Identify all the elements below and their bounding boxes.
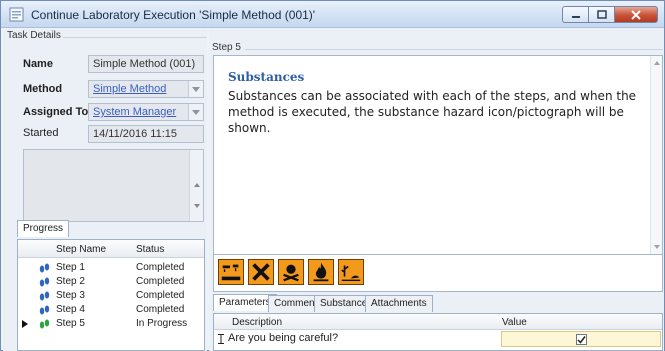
- step-footprints-icon: [39, 291, 50, 301]
- window-title: Continue Laboratory Execution 'Simple Me…: [31, 8, 316, 22]
- step-label: Step 5: [212, 42, 241, 53]
- step-footprints-icon: [39, 263, 50, 273]
- step-name: Step 1: [56, 262, 85, 273]
- scroll-arrows-icon: [654, 61, 660, 249]
- started-label: Started: [23, 127, 59, 139]
- progress-row-current[interactable]: Step 5 In Progress: [18, 317, 204, 331]
- parameters-grid: Description Value Are you being careful?: [213, 313, 663, 351]
- notes-scrollbar[interactable]: [189, 150, 203, 221]
- step-status: Completed: [136, 304, 185, 315]
- parameters-grid-header: Description Value: [214, 314, 662, 330]
- step-status: Completed: [136, 262, 185, 273]
- method-label: Method: [23, 83, 63, 95]
- task-details-label: Task Details: [7, 30, 61, 41]
- hazard-icon-strip: [213, 255, 663, 292]
- parameter-value-cell[interactable]: [501, 331, 661, 347]
- task-details-panel: Task Details Name Simple Method (001) Me…: [3, 29, 207, 351]
- scroll-arrows-icon: [194, 183, 200, 208]
- method-dropdown-button[interactable]: [188, 81, 203, 97]
- progress-row[interactable]: Step 2 Completed: [18, 275, 204, 289]
- name-label: Name: [23, 58, 53, 70]
- parameter-description: Are you being careful?: [228, 332, 339, 344]
- step-footprints-icon: [39, 305, 50, 315]
- step-name: Step 5: [56, 318, 85, 329]
- step-footprints-icon: [39, 319, 50, 329]
- progress-row[interactable]: Step 1 Completed: [18, 261, 204, 275]
- assigned-to-link[interactable]: System Manager: [93, 106, 176, 118]
- step-status: Completed: [136, 276, 185, 287]
- notes-textarea[interactable]: [23, 149, 204, 222]
- current-row-arrow-icon: [22, 320, 28, 328]
- assigned-to-field[interactable]: System Manager: [88, 103, 204, 121]
- corrosive-icon[interactable]: [218, 259, 244, 285]
- checkmark-icon: [577, 336, 586, 344]
- tab-progress[interactable]: Progress: [17, 220, 70, 237]
- step-name: Step 3: [56, 290, 85, 301]
- progress-row[interactable]: Step 4 Completed: [18, 303, 204, 317]
- careful-checkbox[interactable]: [576, 334, 587, 345]
- step-panel: Step 5 Substances Substances can be asso…: [209, 29, 664, 351]
- name-field[interactable]: Simple Method (001): [88, 55, 204, 73]
- step-content: Substances Substances can be associated …: [213, 55, 663, 255]
- title-bar: Continue Laboratory Execution 'Simple Me…: [1, 1, 664, 28]
- divider: [63, 37, 207, 38]
- column-header-status[interactable]: Status: [136, 244, 164, 255]
- tab-attachments[interactable]: Attachments: [365, 295, 433, 312]
- method-field[interactable]: Simple Method: [88, 80, 204, 98]
- minimize-icon: [571, 15, 580, 18]
- text-cursor-icon: [218, 334, 224, 344]
- step-name: Step 4: [56, 304, 85, 315]
- column-header-value[interactable]: Value: [502, 317, 527, 328]
- column-header-step-name[interactable]: Step Name: [56, 244, 106, 255]
- chevron-down-icon: [192, 109, 200, 115]
- divider: [245, 49, 663, 50]
- method-link[interactable]: Simple Method: [93, 83, 166, 95]
- close-icon: [631, 9, 641, 20]
- started-field[interactable]: 14/11/2016 11:15: [88, 125, 204, 143]
- step-footprints-icon: [39, 277, 50, 287]
- chevron-down-icon: [192, 86, 200, 92]
- content-scrollbar[interactable]: [650, 56, 662, 254]
- toxic-icon[interactable]: [278, 259, 304, 285]
- progress-grid-header: Step Name Status: [18, 240, 204, 258]
- close-button[interactable]: [614, 6, 658, 23]
- lab-execution-window: Continue Laboratory Execution 'Simple Me…: [0, 0, 665, 351]
- window-app-icon: [9, 7, 24, 22]
- minimize-button[interactable]: [562, 6, 588, 23]
- step-status: Completed: [136, 290, 185, 301]
- environment-icon[interactable]: [338, 259, 364, 285]
- step-name: Step 2: [56, 276, 85, 287]
- progress-grid: Step Name Status Step 1 Completed Step 2…: [17, 239, 205, 351]
- maximize-icon: [596, 10, 607, 19]
- flammable-icon[interactable]: [308, 259, 334, 285]
- progress-row[interactable]: Step 3 Completed: [18, 289, 204, 303]
- assigned-to-label: Assigned To: [23, 106, 89, 118]
- parameter-row[interactable]: Are you being careful?: [214, 331, 662, 347]
- step-status: In Progress: [136, 318, 188, 329]
- column-header-description[interactable]: Description: [232, 317, 282, 328]
- maximize-button[interactable]: [588, 6, 614, 23]
- step-heading: Substances: [228, 70, 305, 84]
- harmful-icon[interactable]: [248, 259, 274, 285]
- assigned-to-dropdown-button[interactable]: [188, 104, 203, 120]
- step-body: Substances can be associated with each o…: [228, 89, 637, 135]
